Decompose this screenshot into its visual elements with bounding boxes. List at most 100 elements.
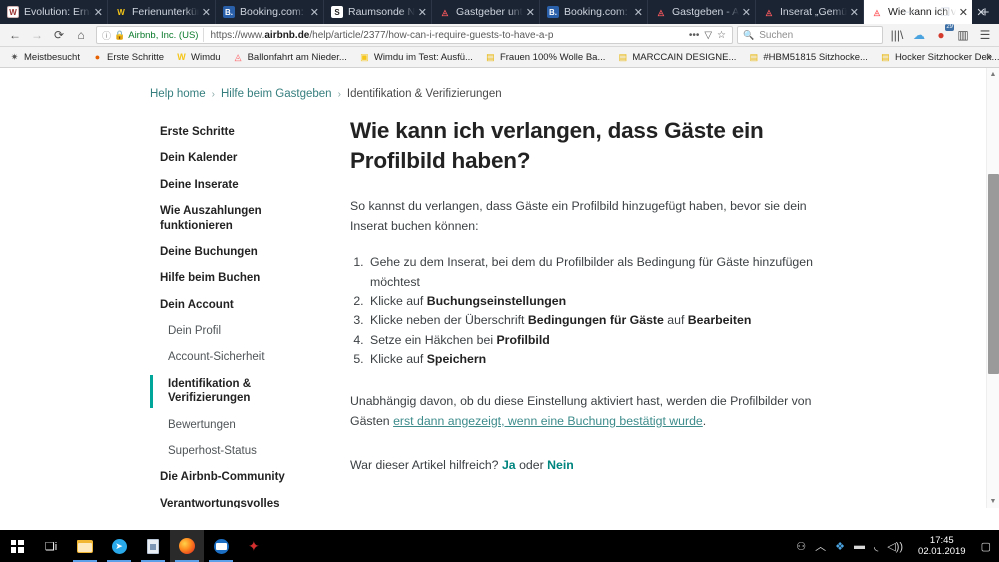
search-bar[interactable]: 🔍 Suchen bbox=[737, 26, 883, 44]
bookmark-item[interactable]: ▤ MARCCAIN DESIGNE... bbox=[611, 52, 742, 63]
tab-close-icon[interactable]: ✕ bbox=[850, 6, 859, 19]
breadcrumb-item-0[interactable]: Help home bbox=[150, 88, 206, 100]
bookmark-item[interactable]: ▤ Frauen 100% Wolle Ba... bbox=[479, 52, 611, 63]
notifications-icon[interactable]: ▢ bbox=[981, 540, 991, 553]
reload-icon[interactable]: ⟳ bbox=[48, 25, 70, 45]
taskbar-task-view-icon[interactable]: ❑i bbox=[34, 530, 68, 562]
extension-icon[interactable]: ● 29 bbox=[931, 24, 954, 45]
tab-close-icon[interactable]: ✕ bbox=[634, 6, 643, 19]
tab-close-icon[interactable]: ✕ bbox=[742, 6, 751, 19]
taskbar-file-explorer-icon[interactable] bbox=[68, 530, 102, 562]
maximize-button[interactable]: ❐ bbox=[927, 0, 963, 24]
windows-logo-icon bbox=[10, 539, 24, 553]
browser-tab[interactable]: B. Booking.com: A ✕ bbox=[540, 0, 648, 24]
step-bold-2: Bearbeiten bbox=[687, 313, 752, 328]
clock[interactable]: 17:45 02.01.2019 bbox=[912, 535, 972, 557]
tab-title: Ferienunterkünft bbox=[132, 6, 199, 18]
bookmark-item[interactable]: ▣ Wimdu im Test: Ausfü... bbox=[353, 52, 479, 63]
browser-tab[interactable]: ◬ Gastgeber unter✕ bbox=[432, 0, 540, 24]
sidebar-item[interactable]: Dein Account bbox=[150, 292, 322, 318]
browser-tab[interactable]: W Ferienunterkünft✕ bbox=[108, 0, 216, 24]
battery-icon[interactable]: ▬ bbox=[854, 540, 865, 552]
tab-close-icon[interactable]: ✕ bbox=[526, 6, 535, 19]
sidebar-item[interactable]: Deine Buchungen bbox=[150, 239, 322, 265]
page-scrollbar[interactable]: ▲ ▼ bbox=[986, 68, 999, 508]
sidebar-item[interactable]: Dein Kalender bbox=[150, 145, 322, 171]
chevron-up-icon[interactable]: ︿ bbox=[815, 538, 826, 554]
booking-confirmed-link[interactable]: erst dann angezeigt, wenn eine Buchung b… bbox=[393, 414, 703, 428]
step-item: Klicke auf Speichern bbox=[367, 350, 839, 369]
volume-icon[interactable]: ◁)) bbox=[887, 540, 903, 553]
sidebar-item[interactable]: Dein Profil bbox=[150, 318, 322, 344]
browser-tab[interactable]: S Raumsonde New✕ bbox=[324, 0, 432, 24]
article-feedback: War dieser Artikel hilfreich? Ja oder Ne… bbox=[350, 458, 839, 472]
sidebar-item[interactable]: Superhost-Status bbox=[150, 438, 322, 464]
sidebar-item[interactable]: Identifikation & Verifizierungen bbox=[150, 371, 322, 412]
site-identity[interactable]: ⓘ 🔒 Airbnb, Inc. (US) bbox=[99, 28, 205, 42]
tab-close-icon[interactable]: ✕ bbox=[418, 6, 427, 19]
bookmark-item[interactable]: ◬ Ballonfahrt am Nieder... bbox=[227, 52, 353, 63]
article-note: Unabhängig davon, ob du diese Einstellun… bbox=[350, 393, 812, 428]
breadcrumb-item-1[interactable]: Hilfe beim Gastgeben bbox=[221, 88, 332, 100]
minimize-button[interactable]: — bbox=[891, 0, 927, 24]
sidebar-item[interactable]: Account-Sicherheit bbox=[150, 344, 322, 370]
back-icon[interactable]: ← bbox=[4, 25, 26, 45]
start-button[interactable] bbox=[0, 530, 34, 562]
bookmark-item[interactable]: ● Erste Schritte bbox=[86, 52, 170, 63]
sidebar-item[interactable]: Hilfe beim Buchen bbox=[150, 265, 322, 291]
browser-tab[interactable]: ◬ Gastgeben - Air ✕ bbox=[648, 0, 756, 24]
scroll-down-arrow-icon[interactable]: ▼ bbox=[987, 495, 999, 508]
sidebar-item[interactable]: Erste Schritte bbox=[150, 119, 322, 145]
bookmark-item[interactable]: ✷ Meistbesucht bbox=[3, 52, 86, 63]
search-icon: 🔍 bbox=[743, 29, 755, 40]
sidebar-item[interactable]: Deine Inserate bbox=[150, 172, 322, 198]
forward-icon[interactable]: → bbox=[26, 25, 48, 45]
page-actions-icon[interactable]: ••• bbox=[689, 30, 700, 41]
people-icon[interactable]: ⚇ bbox=[796, 540, 806, 553]
bookmark-star-icon[interactable]: ☆ bbox=[717, 30, 726, 41]
tab-close-icon[interactable]: ✕ bbox=[94, 6, 103, 19]
scroll-up-arrow-icon[interactable]: ▲ bbox=[987, 68, 999, 81]
bookmark-item[interactable]: W Wimdu bbox=[170, 52, 227, 63]
step-text: Klicke neben der Überschrift bbox=[370, 313, 528, 328]
scrollbar-thumb[interactable] bbox=[988, 174, 999, 374]
sidebar-item[interactable]: Die Airbnb-Community bbox=[150, 464, 322, 490]
taskbar-firefox-icon[interactable] bbox=[170, 530, 204, 562]
tab-close-icon[interactable]: ✕ bbox=[310, 6, 319, 19]
browser-tab[interactable]: ◬ Inserat „Gemütli✕ bbox=[756, 0, 864, 24]
tab-close-icon[interactable]: ✕ bbox=[202, 6, 211, 19]
search-placeholder: Suchen bbox=[759, 29, 794, 41]
wifi-icon[interactable]: ◟ bbox=[874, 540, 878, 553]
close-window-button[interactable]: ✕ bbox=[963, 0, 999, 24]
taskbar-mail-icon[interactable] bbox=[204, 530, 238, 562]
taskbar-adobe-reader-icon[interactable]: ✦ bbox=[238, 530, 272, 562]
bookmarks-overflow-icon[interactable]: » bbox=[981, 51, 997, 63]
tab-title: Gastgeber unter bbox=[456, 6, 523, 18]
toolbar-right-icons: |||\ ☁ ● 29 ▥ ☰ bbox=[887, 24, 995, 45]
sidebar-toggle-icon[interactable]: ▥ bbox=[953, 25, 973, 45]
breadcrumb-item-2: Identifikation & Verifizierungen bbox=[346, 88, 502, 100]
window-controls: — ❐ ✕ bbox=[891, 0, 999, 24]
sidebar-item[interactable]: Verantwortungsvolles Gastgeben bbox=[150, 491, 322, 508]
sync-icon[interactable]: ☁ bbox=[909, 25, 929, 45]
reader-mode-icon[interactable]: ▽ bbox=[704, 30, 712, 41]
browser-tab[interactable]: B. Booking.com: H ✕ bbox=[216, 0, 324, 24]
taskbar-libreoffice-writer-icon[interactable] bbox=[136, 530, 170, 562]
step-bold: Profilbild bbox=[496, 332, 550, 347]
feedback-yes-link[interactable]: Ja bbox=[502, 458, 516, 472]
tab-title: Booking.com: A bbox=[564, 6, 631, 18]
dropbox-icon[interactable]: ❖ bbox=[835, 540, 845, 553]
sidebar-item[interactable]: Wie Auszahlungen funktionieren bbox=[150, 198, 322, 239]
sidebar-item[interactable]: Bewertungen bbox=[150, 412, 322, 438]
feedback-question: War dieser Artikel hilfreich? bbox=[350, 457, 499, 472]
app-menu-icon[interactable]: ☰ bbox=[975, 25, 995, 45]
address-bar[interactable]: ⓘ 🔒 Airbnb, Inc. (US) https://www.airbnb… bbox=[96, 26, 733, 44]
step-text: Klicke auf bbox=[370, 294, 427, 309]
bookmark-item[interactable]: ▤ #HBM51815 Sitzhocke... bbox=[742, 52, 874, 63]
home-icon[interactable]: ⌂ bbox=[70, 25, 92, 45]
feedback-no-link[interactable]: Nein bbox=[547, 458, 574, 472]
bookmark-label: Ballonfahrt am Nieder... bbox=[247, 51, 347, 63]
library-icon[interactable]: |||\ bbox=[887, 25, 907, 45]
browser-tab[interactable]: W Evolution: Ernäh✕ bbox=[0, 0, 108, 24]
taskbar-telegram-icon[interactable]: ➤ bbox=[102, 530, 136, 562]
